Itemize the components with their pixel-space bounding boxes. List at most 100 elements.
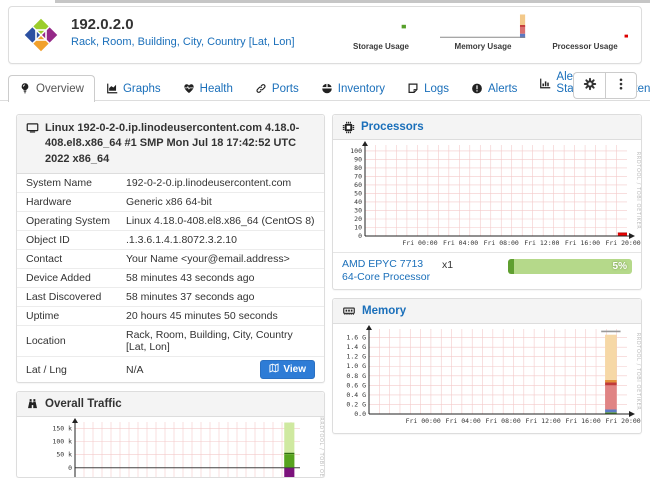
cpu-usage-value: 5%: [613, 259, 627, 274]
tab-controls: [573, 72, 637, 99]
tab-overview[interactable]: Overview: [8, 75, 95, 102]
device-settings-button[interactable]: [573, 72, 605, 99]
svg-text:0: 0: [68, 464, 72, 472]
table-row: Last Discovered58 minutes 37 seconds ago: [17, 287, 324, 306]
view-map-button[interactable]: View: [260, 360, 315, 379]
svg-text:90: 90: [354, 155, 362, 163]
processor-usage-mini[interactable]: Processor Usage: [539, 13, 631, 51]
memory-graph[interactable]: 0.00.2 G0.4 G0.6 G0.8 G1.0 G1.2 G1.4 G1.…: [333, 324, 641, 433]
microchip-icon: [342, 121, 355, 134]
svg-text:0.0: 0.0: [354, 410, 366, 418]
svg-text:Fri 00:00: Fri 00:00: [406, 417, 441, 425]
gear-icon: [583, 77, 597, 94]
device-name: 192.0.2.0: [71, 16, 134, 33]
svg-text:10: 10: [354, 223, 362, 231]
area-chart-icon: [106, 82, 118, 95]
system-info-table: System Name192-0-2-0.ip.linodeuserconten…: [17, 174, 324, 382]
device-actions-menu-button[interactable]: [605, 72, 637, 99]
table-row: ContactYour Name <your@email.address>: [17, 249, 324, 268]
tab-logs[interactable]: Logs: [396, 75, 460, 101]
svg-text:Fri 20:00: Fri 20:00: [605, 239, 640, 247]
bar-chart-icon: [539, 77, 551, 90]
package-icon: [321, 82, 333, 95]
system-info-header: Linux 192-0-2-0.ip.linodeusercontent.com…: [17, 115, 324, 174]
svg-text:1.6 G: 1.6 G: [346, 334, 366, 342]
svg-text:1.4 G: 1.4 G: [346, 343, 366, 351]
svg-text:Fri 16:00: Fri 16:00: [566, 417, 601, 425]
table-row: Device Added58 minutes 43 seconds ago: [17, 268, 324, 287]
cpu-count: x1: [442, 258, 480, 271]
svg-text:60: 60: [354, 181, 362, 189]
memory-usage-mini[interactable]: Memory Usage: [437, 13, 529, 51]
svg-text:1.2 G: 1.2 G: [346, 353, 366, 361]
cpu-name-link[interactable]: AMD EPYC 7713 64-Core Processor: [342, 258, 442, 284]
tab-health[interactable]: Health: [172, 75, 244, 101]
overall-traffic-panel: Overall Traffic 050 k100 k150 kRRDTOOL /…: [16, 391, 325, 478]
tab-graphs[interactable]: Graphs: [95, 75, 172, 101]
heart-icon: [183, 82, 195, 95]
lightbulb-icon: [19, 82, 31, 95]
processor-usage-sparkline[interactable]: [542, 13, 628, 41]
storage-usage-sparkline[interactable]: [338, 13, 424, 41]
svg-text:50: 50: [354, 189, 362, 197]
device-header: 192.0.2.0 Rack, Room, Building, City, Co…: [8, 6, 642, 64]
ram-icon: [342, 305, 356, 317]
tab-inventory[interactable]: Inventory: [310, 75, 396, 101]
svg-text:Fri 20:00: Fri 20:00: [606, 417, 641, 425]
svg-text:40: 40: [354, 198, 362, 206]
memory-usage-label: Memory Usage: [437, 42, 529, 51]
svg-text:80: 80: [354, 164, 362, 172]
table-row: HardwareGeneric x86 64-bit: [17, 192, 324, 211]
svg-text:Fri 08:00: Fri 08:00: [486, 417, 521, 425]
device-location-link[interactable]: Rack, Room, Building, City, Country [Lat…: [71, 36, 295, 48]
svg-text:20: 20: [354, 215, 362, 223]
table-row: Object ID.1.3.6.1.4.1.8072.3.2.10: [17, 230, 324, 249]
storage-usage-mini[interactable]: Storage Usage: [335, 13, 427, 51]
svg-text:50 k: 50 k: [56, 451, 72, 459]
table-row: Operating SystemLinux 4.18.0-408.el8.x86…: [17, 211, 324, 230]
svg-text:70: 70: [354, 172, 362, 180]
svg-text:100 k: 100 k: [52, 438, 72, 446]
svg-text:Fri 04:00: Fri 04:00: [443, 239, 478, 247]
overall-traffic-header: Overall Traffic: [17, 392, 324, 417]
tv-icon: [26, 122, 39, 167]
cpu-usage-bar: 5%: [508, 259, 632, 274]
cpu-row: AMD EPYC 7713 64-Core Processor x1 5%: [333, 252, 641, 289]
centos-logo-icon: [21, 15, 61, 55]
svg-text:0.4 G: 0.4 G: [346, 391, 366, 399]
device-tabs: Overview Graphs Health Ports Inventory: [0, 71, 650, 101]
memory-title: Memory: [362, 305, 406, 317]
svg-text:1.0 G: 1.0 G: [346, 362, 366, 370]
processors-graph[interactable]: 0102030405060708090100Fri 00:00Fri 04:00…: [333, 140, 641, 252]
svg-text:Fri 00:00: Fri 00:00: [402, 239, 437, 247]
svg-text:Fri 12:00: Fri 12:00: [524, 239, 559, 247]
processors-header[interactable]: Processors: [333, 115, 641, 140]
svg-text:0.2 G: 0.2 G: [346, 401, 366, 409]
table-row: System Name192-0-2-0.ip.linodeuserconten…: [17, 174, 324, 192]
svg-text:Fri 08:00: Fri 08:00: [484, 239, 519, 247]
processors-panel: Processors 0102030405060708090100Fri 00:…: [332, 114, 642, 290]
svg-text:0: 0: [358, 232, 362, 240]
map-icon: [269, 363, 279, 376]
kebab-menu-icon: [614, 77, 628, 94]
mini-graphs: Storage Usage Memory Usage Processor Usa…: [335, 13, 631, 51]
table-row-latlng: Lat / Lng N/A View: [17, 356, 324, 382]
processor-usage-label: Processor Usage: [539, 42, 631, 51]
svg-text:Fri 12:00: Fri 12:00: [526, 417, 561, 425]
memory-header[interactable]: Memory: [333, 299, 641, 324]
storage-usage-label: Storage Usage: [335, 42, 427, 51]
svg-text:30: 30: [354, 206, 362, 214]
overall-traffic-title: Overall Traffic: [45, 398, 122, 410]
processors-title: Processors: [361, 121, 424, 133]
system-info-panel: Linux 192-0-2-0.ip.linodeusercontent.com…: [16, 114, 325, 383]
memory-usage-sparkline[interactable]: [440, 13, 526, 41]
table-row: LocationRack, Room, Building, City, Coun…: [17, 325, 324, 356]
top-edge: [55, 0, 650, 3]
tab-alerts[interactable]: Alerts: [460, 75, 528, 101]
svg-text:RRDTOOL / TOBI OETIKER: RRDTOOL / TOBI OETIKER: [635, 333, 641, 411]
exclamation-circle-icon: [471, 82, 483, 95]
overall-traffic-graph[interactable]: 050 k100 k150 kRRDTOOL / TOBI OETIKER: [17, 417, 324, 477]
tab-ports[interactable]: Ports: [244, 75, 310, 101]
svg-text:0.6 G: 0.6 G: [346, 382, 366, 390]
memory-panel: Memory 0.00.2 G0.4 G0.6 G0.8 G1.0 G1.2 G…: [332, 298, 642, 434]
